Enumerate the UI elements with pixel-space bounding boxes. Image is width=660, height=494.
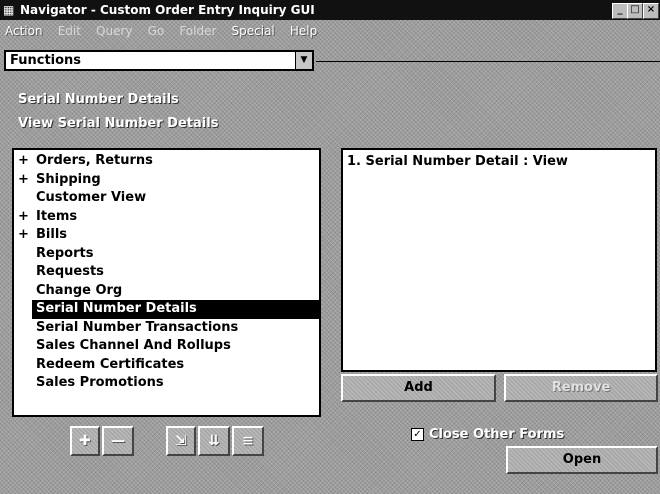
- menu-bar: Action Edit Query Go Folder Special Help: [0, 20, 360, 38]
- tree-item-label: Reports: [36, 245, 94, 261]
- tree-item-label: Sales Channel And Rollups: [36, 338, 231, 353]
- add-button[interactable]: Add: [341, 374, 496, 402]
- tree-item[interactable]: + Orders, Returns: [14, 152, 319, 171]
- functions-dropdown-value: Functions: [10, 53, 82, 68]
- tree-item-label: Serial Number Details: [36, 301, 197, 316]
- tree-item-label: Change Org: [36, 282, 123, 298]
- tree-item[interactable]: Change Org: [14, 282, 319, 301]
- menu-special[interactable]: Special: [227, 22, 280, 40]
- chevron-down-icon[interactable]: ▼: [295, 52, 312, 69]
- menu-query[interactable]: Query: [91, 22, 137, 40]
- functions-dropdown[interactable]: Functions ▼: [4, 50, 314, 71]
- minimize-button[interactable]: _: [612, 3, 628, 19]
- tree-item[interactable]: + Items: [14, 208, 319, 227]
- tree-item[interactable]: + Bills: [14, 226, 319, 245]
- expand-all-icon[interactable]: ⇊: [198, 426, 230, 456]
- window-title: Navigator - Custom Order Entry Inquiry G…: [20, 3, 315, 17]
- maximize-button[interactable]: □: [627, 3, 643, 19]
- page-title: Serial Number Details: [18, 92, 179, 107]
- expand-branch-icon[interactable]: ⇲: [166, 426, 196, 456]
- tree-item[interactable]: Sales Promotions: [14, 374, 319, 393]
- function-tree[interactable]: + Orders, Returns + Shipping Customer View…: [12, 148, 321, 417]
- tree-item[interactable]: + Shipping: [14, 171, 319, 190]
- selected-functions-list[interactable]: 1. Serial Number Detail : View: [341, 148, 657, 372]
- tree-item[interactable]: Requests: [14, 263, 319, 282]
- tree-item[interactable]: Sales Channel And Rollups: [14, 337, 319, 356]
- expand-icon[interactable]: +: [18, 208, 30, 227]
- collapse-all-icon[interactable]: ≡: [232, 426, 264, 456]
- menu-action[interactable]: Action: [0, 22, 48, 40]
- tree-item-label: Requests: [36, 264, 104, 279]
- expand-icon[interactable]: ✚: [70, 426, 100, 456]
- divider: [316, 61, 660, 62]
- title-bar: ▦ Navigator - Custom Order Entry Inquiry…: [0, 0, 660, 20]
- tree-item-selected[interactable]: Serial Number Details: [32, 300, 319, 319]
- list-item[interactable]: 1. Serial Number Detail : View: [347, 153, 651, 170]
- tree-item-label: Customer View: [36, 190, 147, 205]
- remove-button[interactable]: Remove: [504, 374, 658, 402]
- menu-edit[interactable]: Edit: [53, 22, 86, 40]
- expand-icon[interactable]: +: [18, 226, 30, 245]
- tree-item-label: Items: [36, 208, 78, 224]
- menu-folder[interactable]: Folder: [174, 22, 221, 40]
- tree-item[interactable]: Reports: [14, 245, 319, 264]
- menu-help[interactable]: Help: [285, 22, 322, 40]
- close-other-forms-label: Close Other Forms: [429, 427, 565, 442]
- tree-item[interactable]: Serial Number Transactions: [14, 319, 319, 338]
- tree-item-label: Bills: [36, 227, 68, 242]
- checkbox-icon[interactable]: ✓: [411, 428, 424, 441]
- expand-icon[interactable]: +: [18, 171, 30, 190]
- close-other-forms-checkbox[interactable]: ✓ Close Other Forms: [411, 426, 564, 444]
- page-subtitle: View Serial Number Details: [18, 116, 219, 131]
- tree-item-label: Orders, Returns: [36, 153, 153, 168]
- tree-item[interactable]: Redeem Certificates: [14, 356, 319, 375]
- collapse-icon[interactable]: —: [102, 426, 134, 456]
- menu-go[interactable]: Go: [143, 22, 170, 40]
- close-button[interactable]: ×: [643, 3, 659, 19]
- app-icon[interactable]: ▦: [3, 3, 17, 17]
- expand-icon[interactable]: +: [18, 152, 30, 171]
- tree-item-label: Redeem Certificates: [36, 356, 185, 372]
- tree-item-label: Serial Number Transactions: [36, 319, 239, 335]
- open-button[interactable]: Open: [506, 446, 658, 474]
- tree-item-label: Shipping: [36, 171, 101, 187]
- tree-item-label: Sales Promotions: [36, 375, 164, 390]
- tree-item[interactable]: Customer View: [14, 189, 319, 208]
